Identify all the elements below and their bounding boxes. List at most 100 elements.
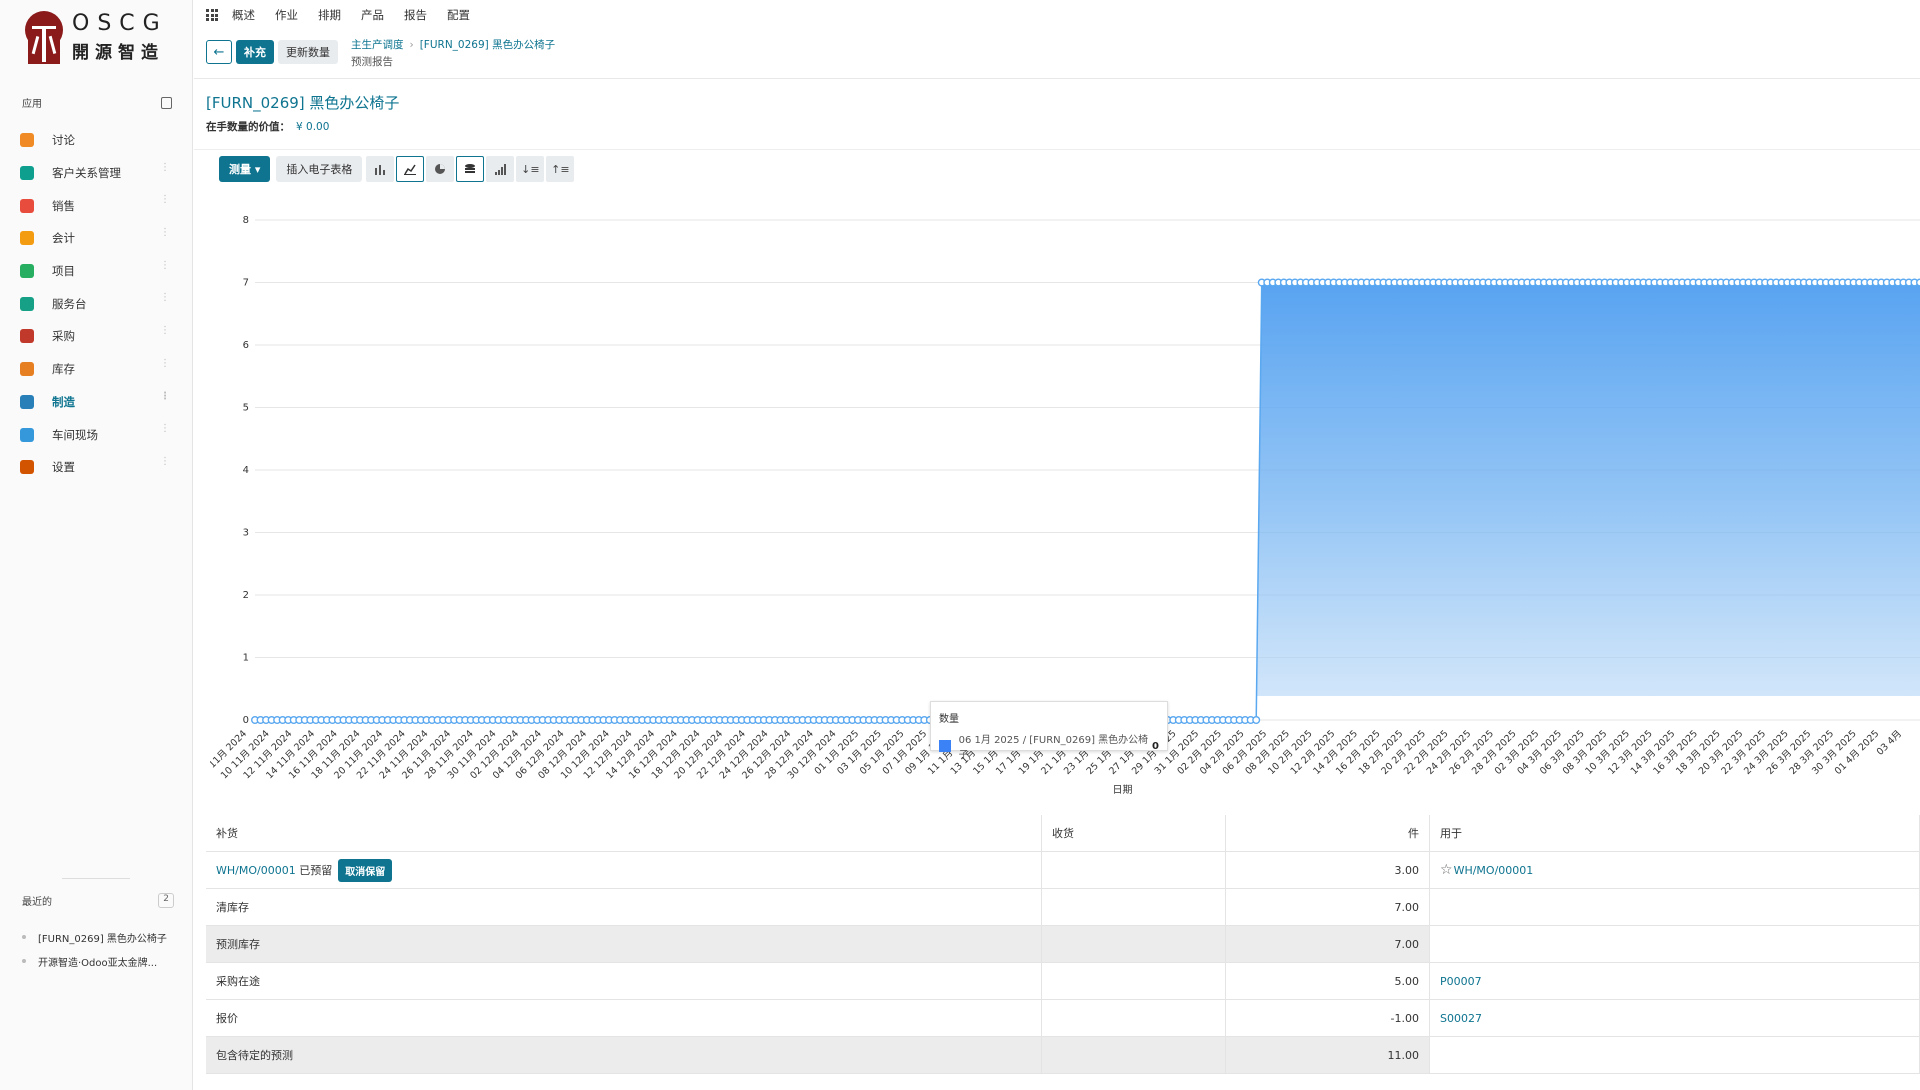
sort-asc-icon[interactable]: ↑≡	[546, 156, 575, 182]
col-header-units: 件	[1226, 815, 1430, 851]
sidebar-app-item[interactable]: 制造 ⋮	[20, 386, 170, 419]
pie-chart-icon[interactable]	[426, 156, 455, 182]
cell-units: 11.00	[1226, 1037, 1430, 1073]
breadcrumb: 主生产调度 › [FURN_0269] 黑色办公椅子 预测报告	[351, 37, 555, 69]
drag-handle-icon[interactable]: ⋮	[160, 228, 170, 238]
sidebar-app-item[interactable]: 销售 ⋮	[20, 189, 170, 222]
sidebar-app-item[interactable]: 采购 ⋮	[20, 320, 170, 353]
app-label: 库存	[52, 362, 75, 377]
divider	[62, 878, 130, 879]
page-title[interactable]: [FURN_0269] 黑色办公椅子	[206, 92, 399, 113]
bookmark-icon[interactable]	[161, 96, 172, 109]
app-label: 会计	[52, 231, 75, 246]
sidebar-app-item[interactable]: 库存 ⋮	[20, 353, 170, 386]
logo[interactable]: OSCG 開源智造	[24, 8, 168, 66]
sidebar-app-item[interactable]: 设置 ⋮	[20, 451, 170, 484]
app-icon	[20, 427, 34, 442]
drag-handle-icon[interactable]: ⋮	[160, 162, 170, 172]
back-button[interactable]: ←	[206, 40, 232, 64]
table-row: 采购在途 5.00 P00007	[206, 963, 1920, 1000]
table-row: WH/MO/00001 已预留 取消保留 3.00 ☆ WH/MO/00001	[206, 852, 1920, 889]
chevron-right-icon: ›	[409, 39, 414, 51]
row-label: 采购在途	[216, 975, 260, 988]
menu-configuration[interactable]: 配置	[447, 7, 470, 23]
app-icon	[20, 460, 34, 475]
insert-spreadsheet-button[interactable]: 插入电子表格	[276, 156, 363, 182]
drag-handle-icon[interactable]: ⋮	[160, 391, 170, 401]
cell-used-by: P00007	[1430, 963, 1920, 999]
app-grid-icon[interactable]	[206, 9, 218, 21]
cell-receipt	[1042, 1000, 1226, 1036]
cell-replenishment: 包含待定的预测	[206, 1037, 1042, 1073]
oscg-logo-icon	[24, 8, 64, 66]
cell-receipt	[1042, 963, 1226, 999]
y-tick-label: 8	[243, 215, 249, 226]
app-label: 销售	[52, 198, 75, 213]
app-icon	[20, 198, 34, 213]
app-icon	[20, 296, 34, 311]
bar-chart-icon[interactable]	[366, 156, 395, 182]
document-link[interactable]: P00007	[1440, 975, 1482, 988]
y-tick-label: 5	[243, 403, 249, 414]
menu-operations[interactable]: 作业	[275, 7, 298, 23]
line-chart-icon[interactable]	[396, 156, 425, 182]
breadcrumb-sub: 预测报告	[351, 56, 393, 68]
drag-handle-icon[interactable]: ⋮	[160, 260, 170, 270]
drag-handle-icon[interactable]: ⋮	[160, 424, 170, 434]
sidebar-app-item[interactable]: 客户关系管理 ⋮	[20, 157, 170, 190]
cell-used-by	[1430, 926, 1920, 962]
recent-item[interactable]: [FURN_0269] 黑色办公椅子	[22, 925, 182, 949]
recent-list: [FURN_0269] 黑色办公椅子开源智造·Odoo亚太金牌...	[22, 925, 182, 973]
col-header-receipt: 收货	[1042, 815, 1226, 851]
drag-handle-icon[interactable]: ⋮	[160, 293, 170, 303]
sidebar-app-item[interactable]: 讨论	[20, 124, 170, 157]
menu-products[interactable]: 产品	[361, 7, 384, 23]
cell-replenishment: 清库存	[206, 889, 1042, 925]
document-link[interactable]: S00027	[1440, 1012, 1482, 1025]
table-header-row: 补货 收货 件 用于	[206, 815, 1920, 852]
recent-item[interactable]: 开源智造·Odoo亚太金牌...	[22, 949, 182, 973]
app-icon	[20, 362, 34, 377]
cell-used-by	[1430, 1037, 1920, 1073]
stacked-icon[interactable]	[456, 156, 485, 182]
y-tick-label: 7	[243, 278, 249, 289]
star-icon[interactable]: ☆	[1440, 862, 1453, 878]
arrow-left-icon: ←	[213, 44, 225, 60]
cumulative-icon[interactable]	[486, 156, 515, 182]
unreserve-button[interactable]: 取消保留	[338, 858, 393, 882]
forecast-table: 补货 收货 件 用于 WH/MO/00001 已预留 取消保留 3.00 ☆ WH/MO…	[206, 815, 1920, 1074]
update-quantity-button[interactable]: 更新数量	[278, 40, 338, 64]
onhand-value-amount: ¥ 0.00	[296, 121, 330, 133]
app-label: 服务台	[52, 296, 87, 311]
menu-planning[interactable]: 排期	[318, 7, 341, 23]
cell-replenishment: 采购在途	[206, 963, 1042, 999]
drag-handle-icon[interactable]: ⋮	[160, 456, 170, 466]
sidebar-app-item[interactable]: 服务台 ⋮	[20, 287, 170, 320]
breadcrumb-parent[interactable]: 主生产调度	[351, 39, 404, 51]
sidebar-app-item[interactable]: 车间现场 ⋮	[20, 418, 170, 451]
app-icon	[20, 329, 34, 344]
recent-item-label: 开源智造·Odoo亚太金牌...	[38, 957, 158, 969]
sort-desc-icon[interactable]: ↓≡	[516, 156, 545, 182]
chart-tooltip: 数量 06 1月 2025 / [FURN_0269] 黑色办公椅子 0	[930, 701, 1168, 761]
menu-overview[interactable]: 概述	[232, 7, 255, 23]
cell-units: 7.00	[1226, 889, 1430, 925]
menu-reporting[interactable]: 报告	[404, 7, 427, 23]
drag-handle-icon[interactable]: ⋮	[160, 195, 170, 205]
app-list: 讨论 客户关系管理 ⋮ 销售 ⋮ 会计 ⋮ 项目 ⋮ 服务台 ⋮ 采购 ⋮ 库存 ⋮ 制造 ⋮ 车间现场 ⋮ 设置 ⋮	[20, 124, 170, 484]
drag-handle-icon[interactable]: ⋮	[160, 358, 170, 368]
sidebar-app-item[interactable]: 会计 ⋮	[20, 222, 170, 255]
data-point[interactable]	[1252, 716, 1261, 725]
sidebar-app-item[interactable]: 项目 ⋮	[20, 255, 170, 288]
drag-handle-icon[interactable]: ⋮	[160, 326, 170, 336]
replenish-button[interactable]: 补充	[236, 40, 274, 64]
table-row: 预测库存 7.00	[206, 926, 1920, 963]
breadcrumb-current[interactable]: [FURN_0269] 黑色办公椅子	[420, 39, 555, 51]
measure-dropdown[interactable]: 测量 ▾	[219, 156, 271, 182]
row-label: 清库存	[216, 901, 249, 914]
mo-link[interactable]: WH/MO/00001	[216, 864, 296, 877]
app-label: 车间现场	[52, 427, 98, 442]
app-icon	[20, 166, 34, 181]
document-link[interactable]: WH/MO/00001	[1454, 864, 1534, 877]
cell-replenishment: 预测库存	[206, 926, 1042, 962]
